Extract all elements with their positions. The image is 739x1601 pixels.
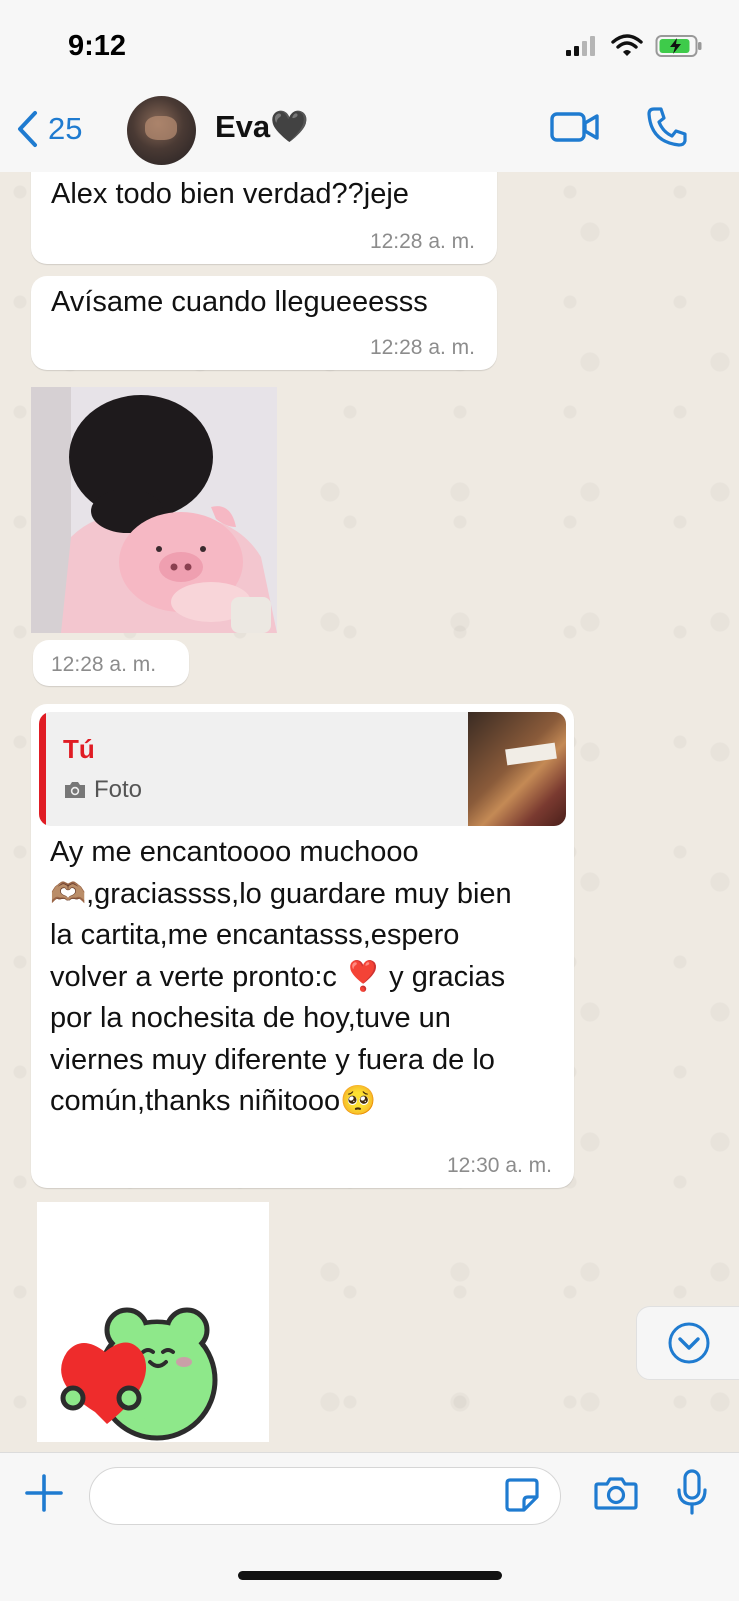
- camera-icon: [594, 1477, 638, 1510]
- battery-icon: [655, 35, 702, 57]
- input-bar: [0, 1452, 739, 1601]
- quote-body: Foto: [63, 776, 142, 804]
- message-bubble[interactable]: Avísame cuando llegueeesss 12:28 a. m.: [31, 276, 497, 370]
- home-indicator: [238, 1571, 502, 1580]
- status-bar: 9:12: [0, 0, 739, 90]
- quote-bar: [39, 712, 46, 826]
- camera-button[interactable]: [594, 1475, 638, 1516]
- received-photo[interactable]: [31, 387, 277, 633]
- phone-icon: [647, 107, 687, 147]
- video-call-button[interactable]: [550, 108, 600, 151]
- voice-call-button[interactable]: [646, 106, 688, 153]
- quote-thumbnail: [468, 712, 566, 826]
- chat-area[interactable]: Alex todo bien verdad??jeje 12:28 a. m. …: [0, 172, 739, 1452]
- message-text: Ay me encantoooo muchooo 🫶🏽,graciassss,l…: [50, 836, 512, 1117]
- message-input[interactable]: [110, 1478, 494, 1514]
- baby-with-pig-plush-image: [31, 387, 277, 633]
- sticker-button[interactable]: [504, 1477, 540, 1518]
- camera-icon: [65, 782, 85, 798]
- scroll-to-bottom-button[interactable]: [636, 1306, 739, 1380]
- plus-icon: [25, 1474, 63, 1512]
- message-time: 12:28 a. m.: [369, 336, 475, 359]
- quoted-message[interactable]: Tú Foto: [39, 712, 566, 826]
- contact-name[interactable]: Eva🖤: [215, 108, 309, 145]
- status-icons: [565, 34, 703, 58]
- message-text: Alex todo bien verdad??jeje: [51, 178, 409, 210]
- message-time: 12:30 a. m.: [446, 1154, 552, 1177]
- message-text: Avísame cuando llegueeesss: [51, 286, 428, 318]
- message-time: 12:28 a. m.: [51, 653, 157, 676]
- microphone-button[interactable]: [676, 1469, 708, 1520]
- chevron-left-icon: [18, 111, 37, 147]
- frog-sticker-image: [60, 1307, 218, 1441]
- microphone-icon: [677, 1469, 707, 1515]
- attach-button[interactable]: [24, 1473, 64, 1518]
- wifi-icon: [611, 34, 643, 56]
- chevron-down-circle-icon: [668, 1322, 709, 1364]
- video-camera-icon: [550, 112, 599, 142]
- message-bubble[interactable]: Alex todo bien verdad??jeje 12:28 a. m.: [31, 172, 497, 264]
- cellular-signal-icon: [566, 36, 595, 56]
- status-time: 9:12: [68, 30, 127, 62]
- photo-time-bubble: 12:28 a. m.: [33, 640, 189, 686]
- chat-header: 25 Eva🖤: [0, 90, 739, 173]
- sticker-icon: [505, 1478, 539, 1512]
- reply-message-bubble[interactable]: Tú Foto Ay me encantoooo muchooo 🫶🏽,grac…: [31, 704, 574, 1188]
- back-button[interactable]: 25: [16, 110, 82, 148]
- frog-heart-sticker[interactable]: [37, 1202, 269, 1442]
- unread-count: 25: [48, 111, 83, 146]
- message-time: 12:28 a. m.: [369, 230, 475, 253]
- message-input-box[interactable]: [89, 1467, 561, 1525]
- contact-avatar[interactable]: [127, 96, 196, 165]
- quote-author: Tú: [63, 734, 95, 764]
- quote-label: Foto: [94, 776, 143, 803]
